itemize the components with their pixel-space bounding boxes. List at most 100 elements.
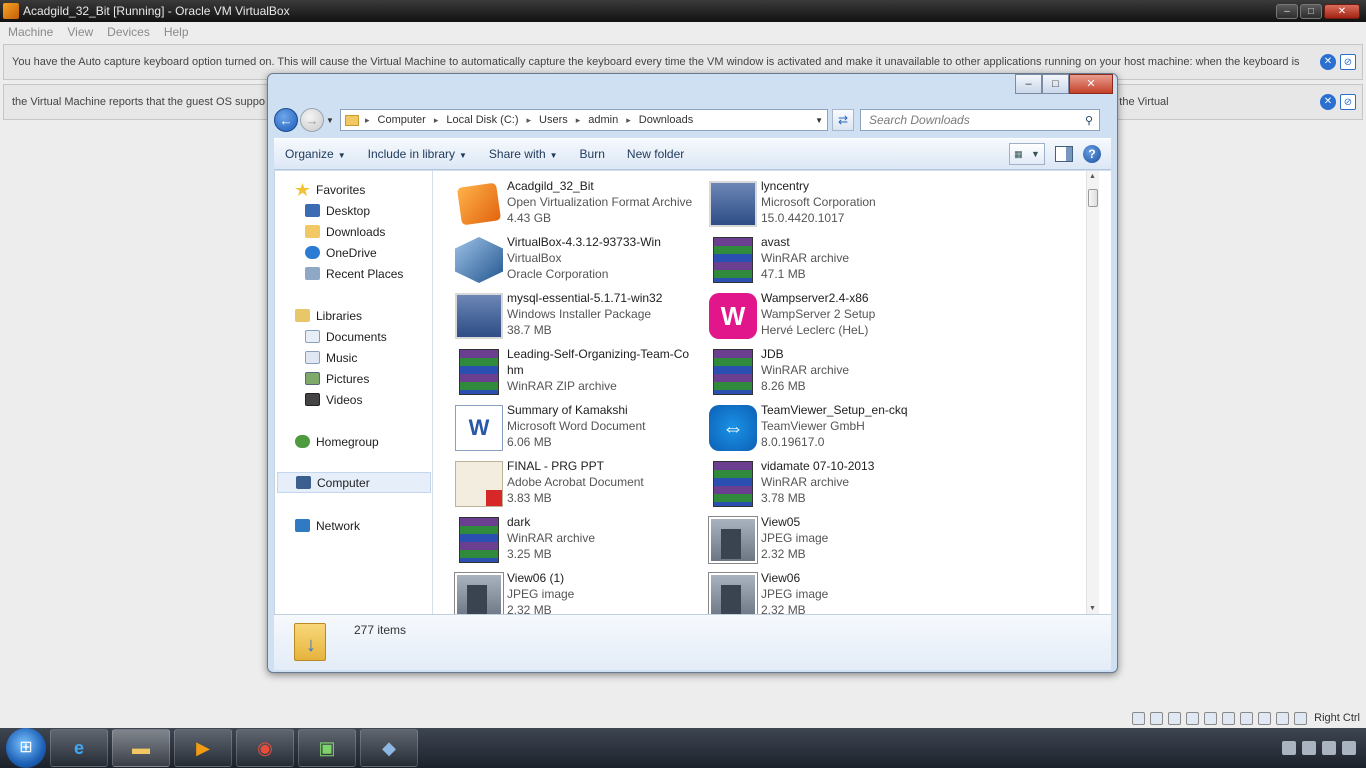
nav-favorites[interactable]: Favorites <box>295 179 365 200</box>
hard-disk-icon[interactable] <box>1132 711 1146 725</box>
explorer-minimize-button[interactable]: – <box>1015 74 1042 94</box>
mouse-integration-icon[interactable] <box>1276 711 1290 725</box>
explorer-maximize-button[interactable]: □ <box>1042 74 1069 94</box>
file-name: FINAL - PRG PPT <box>507 459 604 473</box>
winrar-icon <box>459 517 499 563</box>
notice-close-icon[interactable]: ✕ <box>1320 94 1336 110</box>
breadcrumb-separator-icon[interactable]: ▸ <box>576 115 581 126</box>
breadcrumb-local-disk[interactable]: Local Disk (C:) <box>446 114 518 126</box>
scrollbar-thumb[interactable] <box>1088 189 1098 207</box>
breadcrumb-computer[interactable]: Computer <box>378 114 426 126</box>
file-item[interactable]: Acadgild_32_Bit Open Virtualization Form… <box>445 179 695 235</box>
scroll-down-icon[interactable]: ▼ <box>1089 605 1096 612</box>
taskbar-internet-explorer[interactable]: e <box>50 729 108 767</box>
nav-recent-places[interactable]: Recent Places <box>305 263 403 284</box>
forward-button[interactable]: → <box>300 108 324 132</box>
breadcrumb-users[interactable]: Users <box>539 114 568 126</box>
address-bar[interactable]: ▸ Computer ▸ Local Disk (C:) ▸ Users ▸ a… <box>340 109 828 131</box>
taskbar-media-player[interactable]: ▶ <box>174 729 232 767</box>
vertical-scrollbar[interactable]: ▲ ▼ <box>1086 171 1099 614</box>
file-item[interactable]: VirtualBox-4.3.12-93733-Win VirtualBox O… <box>445 235 695 291</box>
menu-help[interactable]: Help <box>164 25 189 39</box>
file-size: 47.1 MB <box>761 267 806 281</box>
nav-videos[interactable]: Videos <box>305 389 362 410</box>
breadcrumb-separator-icon[interactable]: ▸ <box>626 115 631 126</box>
nav-documents[interactable]: Documents <box>305 326 387 347</box>
refresh-button[interactable]: ⇄ <box>832 109 854 131</box>
back-button[interactable]: ← <box>274 108 298 132</box>
include-in-library-button[interactable]: Include in library ▼ <box>357 147 478 161</box>
search-input[interactable]: Search Downloads ⚲ <box>860 109 1100 131</box>
notice-close-icon[interactable]: ✕ <box>1320 54 1336 70</box>
optical-drive-icon[interactable] <box>1150 711 1164 725</box>
nav-homegroup[interactable]: Homegroup <box>295 431 379 452</box>
host-key-label: Right Ctrl <box>1314 712 1360 724</box>
nav-network[interactable]: Network <box>295 515 360 536</box>
volume-icon[interactable] <box>1322 741 1336 755</box>
video-capture-icon[interactable] <box>1240 711 1254 725</box>
scroll-up-icon[interactable]: ▲ <box>1089 173 1096 180</box>
maximize-button[interactable]: □ <box>1300 3 1322 19</box>
file-item[interactable]: JDB WinRAR archive 8.26 MB <box>699 347 949 403</box>
start-button[interactable]: ⊞ <box>6 728 46 768</box>
network-adapter-icon[interactable] <box>1186 711 1200 725</box>
cpu-icon[interactable] <box>1258 711 1272 725</box>
help-button[interactable]: ? <box>1083 145 1101 163</box>
show-desktop-icon[interactable] <box>1342 741 1356 755</box>
usb-icon[interactable] <box>1168 711 1182 725</box>
file-item[interactable]: W Wampserver2.4-x86 WampServer 2 Setup H… <box>699 291 949 347</box>
nav-computer[interactable]: Computer <box>277 472 431 493</box>
breadcrumb-downloads[interactable]: Downloads <box>639 114 693 126</box>
minimize-button[interactable]: – <box>1276 3 1298 19</box>
taskbar-file-explorer[interactable]: ▬ <box>112 729 170 767</box>
menu-view[interactable]: View <box>67 25 93 39</box>
keyboard-capture-icon[interactable] <box>1294 711 1308 725</box>
nav-pictures[interactable]: Pictures <box>305 368 369 389</box>
taskbar-virtualbox[interactable]: ◆ <box>360 729 418 767</box>
nav-libraries[interactable]: Libraries <box>295 305 362 326</box>
taskbar-task-manager[interactable]: ▣ <box>298 729 356 767</box>
search-icon[interactable]: ⚲ <box>1085 114 1093 127</box>
item-count: 277 items <box>354 623 407 637</box>
recent-places-icon <box>305 267 320 280</box>
nav-music[interactable]: Music <box>305 347 357 368</box>
explorer-close-button[interactable]: ✕ <box>1069 74 1113 94</box>
new-folder-button[interactable]: New folder <box>616 147 695 161</box>
shared-folders-icon[interactable] <box>1204 711 1218 725</box>
network-status-icon[interactable] <box>1302 741 1316 755</box>
burn-button[interactable]: Burn <box>569 147 616 161</box>
breadcrumb-separator-icon[interactable]: ▸ <box>365 115 370 126</box>
menu-devices[interactable]: Devices <box>107 25 150 39</box>
breadcrumb-separator-icon[interactable]: ▸ <box>526 115 531 126</box>
file-item[interactable]: ⇔ TeamViewer_Setup_en-ckq TeamViewer Gmb… <box>699 403 949 459</box>
file-item[interactable]: vidamate 07-10-2013 WinRAR archive 3.78 … <box>699 459 949 515</box>
breadcrumb-separator-icon[interactable]: ▸ <box>434 115 439 126</box>
address-dropdown-icon[interactable]: ▼ <box>815 116 823 125</box>
file-item[interactable]: FINAL - PRG PPT Adobe Acrobat Document 3… <box>445 459 695 515</box>
recent-pages-dropdown[interactable]: ▼ <box>326 116 336 125</box>
preview-pane-button[interactable] <box>1055 146 1073 162</box>
menu-machine[interactable]: Machine <box>8 25 53 39</box>
file-item[interactable]: mysql-essential-5.1.71-win32 Windows Ins… <box>445 291 695 347</box>
nav-desktop[interactable]: Desktop <box>305 200 370 221</box>
nav-downloads[interactable]: Downloads <box>305 221 385 242</box>
display-icon[interactable] <box>1222 711 1236 725</box>
notice-mute-icon[interactable]: ⊘ <box>1340 94 1356 110</box>
notice-mute-icon[interactable]: ⊘ <box>1340 54 1356 70</box>
taskbar-chrome[interactable]: ◉ <box>236 729 294 767</box>
file-item[interactable]: View05 JPEG image 2.32 MB <box>699 515 949 571</box>
file-item[interactable]: View06 JPEG image 2.32 MB <box>699 571 949 614</box>
file-item[interactable]: W Summary of Kamakshi Microsoft Word Doc… <box>445 403 695 459</box>
breadcrumb-admin[interactable]: admin <box>588 114 618 126</box>
file-item[interactable]: dark WinRAR archive 3.25 MB <box>445 515 695 571</box>
organize-button[interactable]: Organize ▼ <box>274 147 357 161</box>
file-item[interactable]: lyncentry Microsoft Corporation 15.0.442… <box>699 179 949 235</box>
close-button[interactable]: ✕ <box>1324 3 1360 19</box>
nav-onedrive[interactable]: OneDrive <box>305 242 377 263</box>
file-item[interactable]: Leading-Self-Organizing-Team-Co hm WinRA… <box>445 347 695 403</box>
change-view-button[interactable]: ▦ ▼ <box>1009 143 1045 165</box>
file-item[interactable]: View06 (1) JPEG image 2.32 MB <box>445 571 695 614</box>
action-center-icon[interactable] <box>1282 741 1296 755</box>
share-with-button[interactable]: Share with ▼ <box>478 147 569 161</box>
file-item[interactable]: avast WinRAR archive 47.1 MB <box>699 235 949 291</box>
